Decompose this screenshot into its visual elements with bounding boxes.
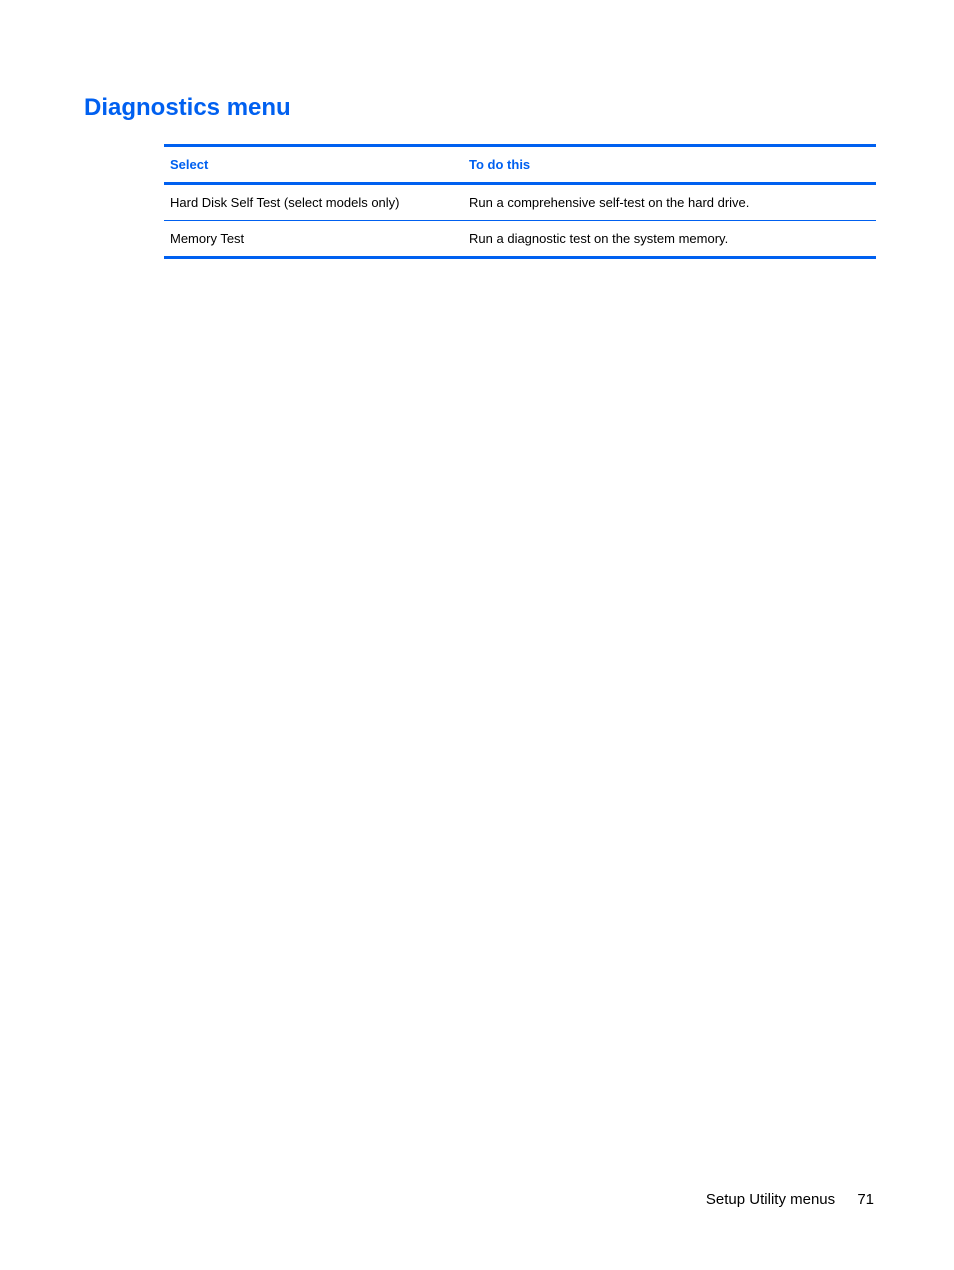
- table-row: Memory Test Run a diagnostic test on the…: [164, 221, 876, 258]
- table-cell-todo: Run a diagnostic test on the system memo…: [463, 221, 876, 258]
- footer-section-label: Setup Utility menus: [706, 1191, 835, 1208]
- page-footer: Setup Utility menus 71: [706, 1191, 874, 1208]
- diagnostics-table: Select To do this Hard Disk Self Test (s…: [164, 144, 876, 259]
- table-cell-todo: Run a comprehensive self-test on the har…: [463, 184, 876, 221]
- table-cell-select: Hard Disk Self Test (select models only): [164, 184, 463, 221]
- table-row: Hard Disk Self Test (select models only)…: [164, 184, 876, 221]
- footer-page-number: 71: [857, 1191, 874, 1208]
- section-heading: Diagnostics menu: [84, 94, 874, 122]
- table-header-todo: To do this: [463, 146, 876, 184]
- diagnostics-table-wrap: Select To do this Hard Disk Self Test (s…: [164, 144, 876, 259]
- table-header-row: Select To do this: [164, 146, 876, 184]
- table-header-select: Select: [164, 146, 463, 184]
- table-cell-select: Memory Test: [164, 221, 463, 258]
